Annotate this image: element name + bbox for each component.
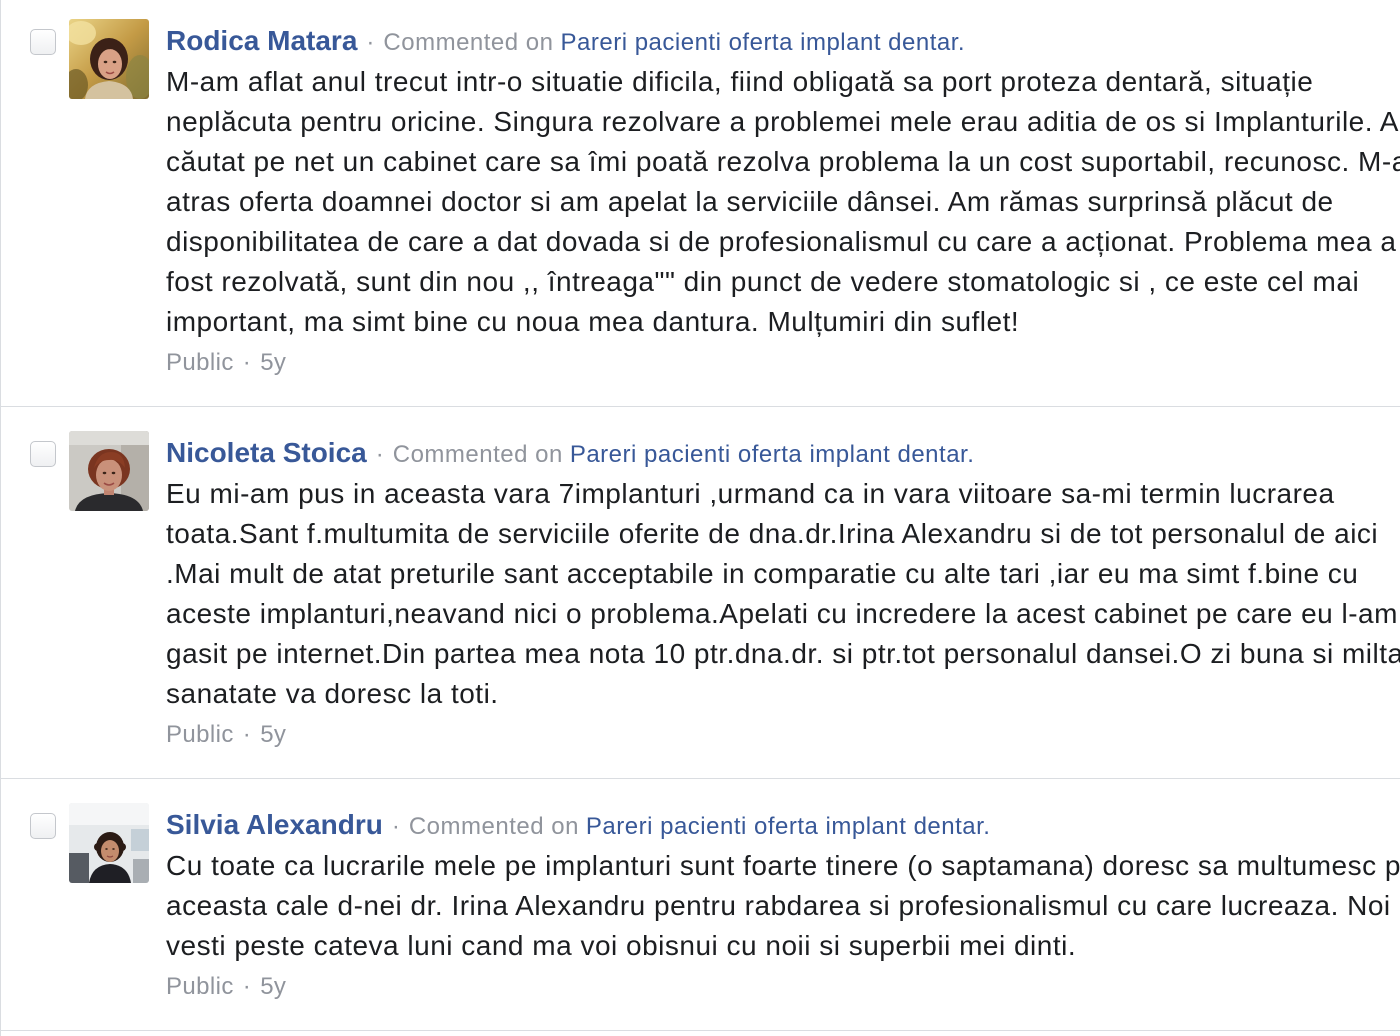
comment-text: M-am aflat anul trecut intr-o situatie d… — [166, 62, 1400, 342]
comment-text-line: fost rezolvată, sunt din nou ,, întreaga… — [166, 266, 1360, 297]
comment-header: Silvia Alexandru · Commented on Pareri paci… — [166, 803, 1400, 846]
action-text: Commented on — [408, 813, 579, 840]
comment-text-line: gasit pe internet.Din partea mea nota 10… — [166, 638, 1400, 669]
timestamp-link[interactable]: 5y — [260, 349, 286, 376]
author-name-link[interactable]: Rodica Matara — [166, 25, 357, 56]
profile-photo — [69, 431, 149, 511]
comment-text-line: toata.Sant f.multumita de serviciile ofe… — [166, 518, 1379, 549]
comment-text-line: M-am aflat anul trecut intr-o situatie d… — [166, 66, 1314, 97]
comment-text-line: neplăcuta pentru oricine. Singura rezolv… — [166, 106, 1400, 137]
commented-on-link[interactable]: Pareri pacienti oferta implant dentar. — [561, 29, 966, 56]
meta-separator: · — [242, 349, 252, 376]
meta-separator: · — [242, 721, 252, 748]
comment-footer: Public · 5y — [166, 714, 1400, 756]
comment-moderation-list: Rodica Matara · Commented on Pareri pacient… — [0, 0, 1400, 1036]
comment-text: Cu toate ca lucrarile mele pe implanturi… — [166, 846, 1400, 966]
action-text: Commented on — [392, 441, 563, 468]
meta-separator: · — [366, 29, 375, 56]
meta-separator: · — [391, 813, 400, 840]
avatar[interactable] — [69, 431, 149, 511]
privacy-label: Public — [166, 349, 234, 376]
comment-header: Nicoleta Stoica · Commented on Pareri pacie… — [166, 431, 1400, 474]
comment-content: Silvia Alexandru · Commented on Pareri paci… — [166, 803, 1400, 1008]
comment-text-line: disponibilitatea de care a dat dovada si… — [166, 226, 1397, 257]
comment-text-line: aceste implanturi,neavand nici o problem… — [166, 598, 1398, 629]
comment-text-line: Eu mi-am pus in aceasta vara 7implanturi… — [166, 478, 1335, 509]
comment-item: Nicoleta Stoica · Commented on Pareri pacie… — [1, 407, 1400, 779]
comment-content: Nicoleta Stoica · Commented on Pareri pacie… — [166, 431, 1400, 756]
comment-text: Eu mi-am pus in aceasta vara 7implanturi… — [166, 474, 1400, 714]
commented-on-link[interactable]: Pareri pacienti oferta implant dentar. — [570, 441, 975, 468]
author-name-link[interactable]: Nicoleta Stoica — [166, 437, 367, 468]
avatar[interactable] — [69, 803, 149, 883]
comment-header: Rodica Matara · Commented on Pareri pacient… — [166, 19, 1400, 62]
profile-photo — [69, 19, 149, 99]
select-comment-checkbox[interactable] — [30, 29, 56, 55]
meta-separator: · — [375, 441, 384, 468]
timestamp-link[interactable]: 5y — [260, 721, 286, 748]
comment-text-line: vesti peste cateva luni cand ma voi obis… — [166, 930, 1077, 961]
select-comment-checkbox[interactable] — [30, 813, 56, 839]
action-text: Commented on — [383, 29, 554, 56]
comment-text-line: sanatate va doresc la toti. — [166, 678, 499, 709]
commented-on-link[interactable]: Pareri pacienti oferta implant dentar. — [586, 813, 991, 840]
timestamp-link[interactable]: 5y — [260, 973, 286, 1000]
comment-item: Silvia Alexandru · Commented on Pareri paci… — [1, 779, 1400, 1031]
comment-text-line: căutat pe net un cabinet care sa îmi poa… — [166, 146, 1400, 177]
comment-footer: Public · 5y — [166, 966, 1400, 1008]
comment-item: Rodica Matara · Commented on Pareri pacient… — [1, 0, 1400, 407]
profile-photo — [69, 803, 149, 883]
comment-footer: Public · 5y — [166, 342, 1400, 384]
privacy-label: Public — [166, 721, 234, 748]
author-name-link[interactable]: Silvia Alexandru — [166, 809, 383, 840]
comment-text-line: important, ma simt bine cu noua mea dant… — [166, 306, 1020, 337]
comment-text-line: Cu toate ca lucrarile mele pe implanturi… — [166, 850, 1400, 881]
comment-text-line: aceasta cale d-nei dr. Irina Alexandru p… — [166, 890, 1391, 921]
comment-content: Rodica Matara · Commented on Pareri pacient… — [166, 19, 1400, 384]
avatar[interactable] — [69, 19, 149, 99]
select-comment-checkbox[interactable] — [30, 441, 56, 467]
privacy-label: Public — [166, 973, 234, 1000]
comment-text-line: .Mai mult de atat preturile sant accepta… — [166, 558, 1359, 589]
comment-text-line: atras oferta doamnei doctor si am apelat… — [166, 186, 1334, 217]
meta-separator: · — [242, 973, 252, 1000]
